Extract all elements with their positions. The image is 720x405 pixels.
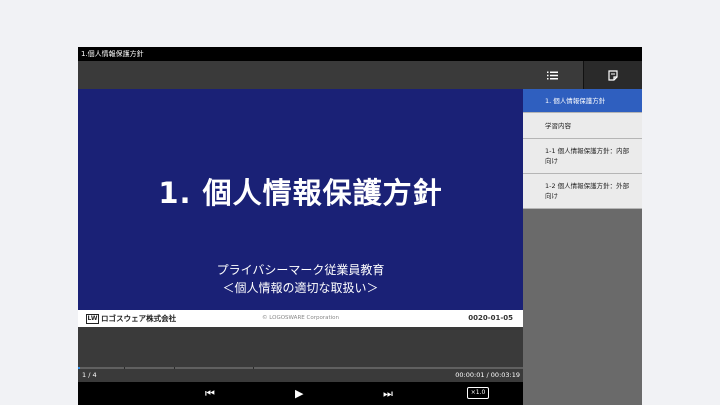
chapter-item-3[interactable]: 1-1 個人情報保護方針：内部向け <box>523 139 642 174</box>
skip-next-icon[interactable]: ⏭ <box>383 387 393 400</box>
tab-notes[interactable] <box>582 61 642 89</box>
slide-footer: LW ロゴスウェア株式会社 © LOGOSWARE Corporation 00… <box>78 310 523 327</box>
page-indicator: 1 / 4 <box>82 371 97 379</box>
copyright-text: © LOGOSWARE Corporation <box>262 315 339 321</box>
sidebar: 1. 個人情報保護方針 学習内容 1-1 個人情報保護方針：内部向け 1-2 個… <box>523 61 642 405</box>
seek-chapter-tick <box>124 367 125 369</box>
playback-speed-button[interactable]: ×1.0 <box>467 387 489 399</box>
player-window: 1.個人情報保護方針 1. 個人情報保護方針 プライバシーマーク従業員教育 ＜個… <box>78 47 642 405</box>
tab-table-of-contents[interactable] <box>523 61 583 89</box>
slide-view: 1. 個人情報保護方針 プライバシーマーク従業員教育 ＜個人情報の適切な取扱い＞… <box>78 89 523 327</box>
chapter-item-4[interactable]: 1-2 個人情報保護方針：外部向け <box>523 174 642 209</box>
top-strip <box>78 61 523 89</box>
notes-icon <box>608 69 618 81</box>
slide-date: 0020-01-05 <box>468 314 513 322</box>
slide-title: 1. 個人情報保護方針 <box>158 176 443 210</box>
seek-chapter-tick <box>174 367 175 369</box>
chapter-item-label: 学習内容 <box>545 121 571 130</box>
chapter-item-label: 1-2 個人情報保護方針：外部向け <box>545 182 630 200</box>
chapter-item-2[interactable]: 学習内容 <box>523 113 642 139</box>
list-icon <box>547 71 559 79</box>
chapter-list: 1. 個人情報保護方針 学習内容 1-1 個人情報保護方針：内部向け 1-2 個… <box>523 89 642 209</box>
chapter-item-label: 1-1 個人情報保護方針：内部向け <box>545 147 630 165</box>
slide-subtitle-2: ＜個人情報の適切な取扱い＞ <box>222 281 379 295</box>
window-title: 1.個人情報保護方針 <box>78 47 642 61</box>
seek-bar[interactable] <box>78 367 523 369</box>
seek-chapter-tick <box>253 367 254 369</box>
sidebar-tabs <box>523 61 642 89</box>
play-icon[interactable]: ▶ <box>295 387 303 400</box>
control-bar: ⏮ ▶ ⏭ ×1.0 <box>78 382 523 405</box>
time-indicator: 00:00:01 / 00:03:19 <box>455 371 520 379</box>
seek-progress <box>78 367 81 369</box>
chapter-item-label: 1. 個人情報保護方針 <box>545 96 606 105</box>
skip-previous-icon[interactable]: ⏮ <box>205 387 215 400</box>
chapter-item-1[interactable]: 1. 個人情報保護方針 <box>523 89 642 113</box>
slide-subtitle-1: プライバシーマーク従業員教育 <box>216 263 385 277</box>
